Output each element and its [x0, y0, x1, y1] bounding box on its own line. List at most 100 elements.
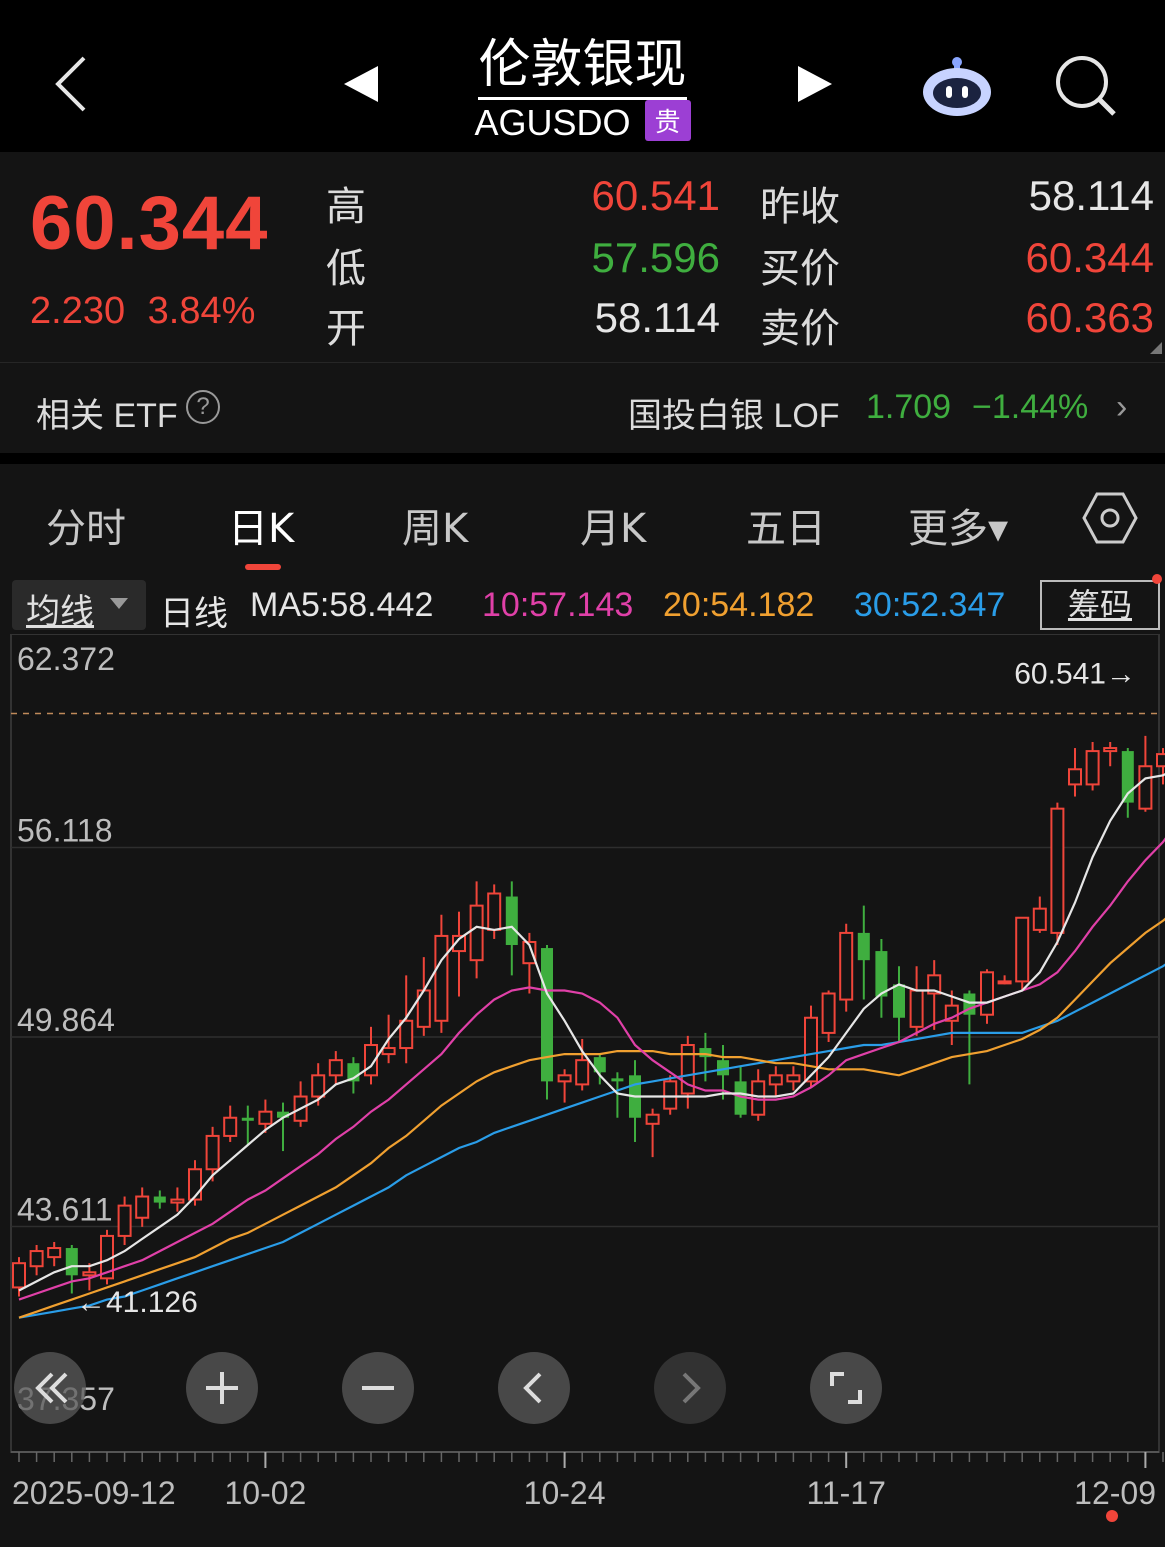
candle-body-up [258, 1110, 273, 1125]
ma20-line [18, 917, 1165, 1319]
candle-body-up [768, 1074, 783, 1086]
related-etf-label: 相关 ETF [36, 397, 178, 435]
chevron-right-icon [682, 1372, 701, 1404]
x-tick-label: 11-17 [806, 1475, 885, 1511]
next-instrument-triangle-icon[interactable] [796, 64, 836, 109]
y-tick-label: 49.864 [17, 1002, 115, 1038]
zoom-in-button[interactable] [186, 1352, 258, 1424]
instrument-code: AGUSDO [474, 102, 631, 143]
low-value: 57.596 [591, 234, 720, 281]
plus-icon [206, 1372, 238, 1404]
tab-intraday[interactable]: 分时 [46, 496, 126, 554]
candle-body-up [381, 1047, 396, 1056]
etf-change-percent: −1.44% [972, 388, 1089, 426]
caret-down-icon [110, 598, 128, 609]
candle-body-up [311, 1074, 326, 1098]
scroll-right-button[interactable] [654, 1352, 726, 1424]
etf-name: 国投白银 LOF [628, 397, 840, 435]
ma20-value: 20:54.182 [663, 586, 815, 624]
minus-icon [362, 1386, 394, 1390]
candle-body-up [434, 934, 449, 1022]
ask-value: 60.363 [1025, 294, 1154, 341]
x-tick-label: 10-02 [224, 1475, 306, 1511]
chip-distribution-button[interactable]: 筹码 [1040, 580, 1160, 630]
chevron-right-icon[interactable]: › [1116, 388, 1127, 427]
candle-body-up [1015, 916, 1030, 983]
low-price-marker: ←41.126 [76, 1286, 198, 1319]
zoom-out-button[interactable] [342, 1352, 414, 1424]
kline-chart[interactable]: 62.37256.11849.86443.61137.357 2025-09-1… [0, 634, 1165, 1547]
candle-body-up [909, 989, 924, 1028]
x-tick-label: 12-09 [1074, 1475, 1156, 1511]
candle-body-up [469, 904, 484, 962]
change-amount: 2.230 [30, 290, 126, 332]
candle-body-down [857, 932, 870, 961]
tab-five-day[interactable]: 五日 [746, 496, 826, 554]
ma5-value: MA5:58.442 [250, 586, 434, 624]
chevron-left-icon [523, 1372, 542, 1404]
tab-more[interactable]: 更多▾ [908, 496, 1008, 554]
candle-body-up [399, 1019, 414, 1050]
candle-body-up [328, 1059, 343, 1077]
candle-body-up [135, 1195, 150, 1219]
candle-body-up [1050, 807, 1065, 934]
candle-body-down [241, 1117, 254, 1121]
last-price: 60.344 [30, 181, 269, 266]
etf-price: 1.709 [866, 388, 952, 426]
scroll-left-button[interactable] [498, 1352, 570, 1424]
expand-corner-icon[interactable] [1150, 342, 1162, 354]
candle-body-up [1138, 765, 1153, 810]
candle-body-up [980, 971, 994, 1016]
candle-body-up [205, 1134, 220, 1171]
ma-lines [18, 773, 1165, 1319]
candle-body-up [839, 931, 854, 1001]
live-indicator-dot [1106, 1510, 1118, 1522]
ma30-value: 30:52.347 [854, 586, 1006, 624]
fullscreen-icon [830, 1372, 862, 1404]
double-chevron-left-icon [35, 1372, 68, 1404]
candles [12, 735, 1165, 1297]
tab-monthly-k[interactable]: 月K [580, 496, 646, 554]
fullscreen-button[interactable] [810, 1352, 882, 1424]
candle-body-down [65, 1248, 78, 1276]
settings-hexagon-icon[interactable] [1082, 490, 1138, 546]
candle-body-up [1068, 768, 1082, 786]
candle-body-up [170, 1198, 185, 1204]
open-value: 58.114 [594, 294, 720, 341]
candle-body-up [1156, 753, 1165, 768]
candle-body-down [153, 1196, 166, 1203]
ma5-line [18, 773, 1165, 1292]
candle-body-up [223, 1116, 238, 1137]
active-tab-indicator [245, 564, 281, 570]
candle-body-up [487, 892, 502, 931]
candle-body-up [645, 1113, 660, 1125]
notification-dot [1152, 574, 1162, 584]
candle-body-down [541, 948, 553, 1082]
change-percent: 3.84% [147, 290, 256, 332]
candle-body-down [611, 1078, 624, 1082]
robot-assistant-icon[interactable] [920, 56, 994, 118]
candle-body-up [12, 1262, 26, 1289]
prev-close-value: 58.114 [1028, 172, 1154, 219]
ask-label: 卖价 [760, 306, 840, 352]
candle-body-up [997, 980, 1012, 985]
precious-metal-tag: 贵 [644, 100, 691, 141]
high-value: 60.541 [591, 172, 720, 219]
candle-body-up [82, 1271, 97, 1277]
x-axis: 2025-09-12 10-02 10-24 11-17 12-09 [11, 1451, 1164, 1511]
candle-body-up [575, 1059, 590, 1086]
price-markers: 60.541→ ←41.126 [76, 657, 1136, 1318]
candle-body-down [875, 951, 888, 997]
search-icon[interactable] [1054, 54, 1118, 118]
candle-body-up [1103, 747, 1118, 753]
candle-body-up [1032, 907, 1047, 931]
candle-body-down [893, 984, 905, 1018]
ma10-value: 10:57.143 [482, 586, 634, 624]
tab-weekly-k[interactable]: 周K [402, 496, 468, 554]
scroll-to-start-button[interactable] [14, 1352, 86, 1424]
help-circle-icon[interactable]: ? [186, 390, 220, 424]
prev-close-label: 昨收 [760, 184, 840, 230]
candle-body-up [821, 992, 836, 1034]
tab-daily-k[interactable]: 日K [228, 496, 294, 554]
plot-frame [10, 634, 1160, 1453]
